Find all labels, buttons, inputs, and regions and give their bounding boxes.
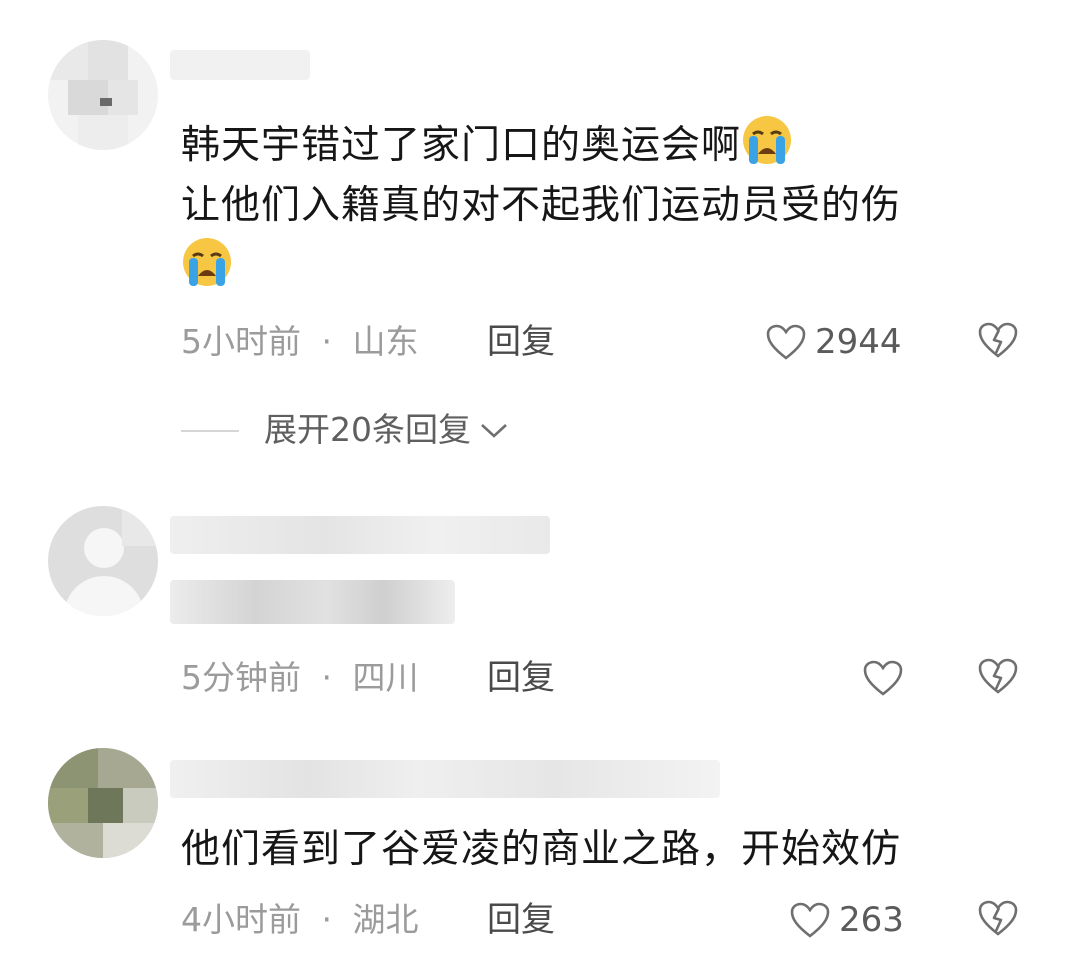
- like-button[interactable]: 263: [789, 896, 904, 944]
- meta-separator: ·: [321, 322, 333, 361]
- like-button[interactable]: [862, 654, 904, 702]
- comment-location: 四川: [352, 658, 419, 697]
- comment-time: 5分钟前: [181, 658, 301, 697]
- like-button[interactable]: 2944: [765, 318, 902, 366]
- dislike-button[interactable]: [977, 656, 1019, 696]
- broken-heart-icon: [977, 656, 1019, 696]
- like-count: 2944: [815, 322, 902, 362]
- avatar[interactable]: [48, 40, 158, 150]
- meta-separator: ·: [321, 900, 333, 939]
- comment-meta: 5分钟前 · 四川: [181, 658, 419, 698]
- crying-face-icon: [741, 114, 793, 166]
- username-blurred[interactable]: [170, 760, 720, 798]
- avatar[interactable]: [48, 748, 158, 858]
- heart-outline-icon: [862, 659, 904, 697]
- comment-text: 他们看到了谷爱凌的商业之路，开始效仿: [181, 827, 902, 872]
- broken-heart-icon: [977, 320, 1019, 360]
- comment-line-1: 韩天宇错过了家门口的奥运会啊: [181, 123, 742, 168]
- heart-outline-icon: [789, 901, 831, 939]
- username-blurred[interactable]: [170, 50, 310, 80]
- broken-heart-icon: [977, 898, 1019, 938]
- comment-location: 山东: [352, 322, 419, 361]
- reply-button[interactable]: 回复: [487, 658, 555, 698]
- like-count: 263: [839, 900, 904, 940]
- comment-3: 他们看到了谷爱凌的商业之路，开始效仿 4小时前 · 湖北 回复 263: [0, 730, 1080, 973]
- comment-text: 韩天宇错过了家门口的奥运会啊 让他们入籍真的对不起我们运动员受的伤: [181, 114, 901, 298]
- username-blurred[interactable]: [170, 516, 550, 554]
- meta-separator: ·: [321, 658, 333, 697]
- comment-line-2: 让他们入籍真的对不起我们运动员受的伤: [181, 183, 902, 228]
- crying-face-icon: [181, 236, 233, 288]
- comment-text-blurred: [170, 580, 455, 624]
- reply-button[interactable]: 回复: [487, 322, 555, 362]
- dislike-button[interactable]: [977, 898, 1019, 938]
- heart-outline-icon: [765, 323, 807, 361]
- chevron-down-icon: [479, 420, 509, 440]
- comment-location: 湖北: [352, 900, 419, 939]
- expand-replies-button[interactable]: 展开20条回复: [264, 410, 509, 450]
- comment-1: 韩天宇错过了家门口的奥运会啊 让他们入籍真的对不起我们运动员受的伤 5小时前 ·…: [0, 0, 1080, 470]
- expand-divider: [181, 430, 239, 432]
- comment-meta: 4小时前 · 湖北: [181, 900, 419, 940]
- comment-time: 5小时前: [181, 322, 301, 361]
- reply-button[interactable]: 回复: [487, 900, 555, 940]
- comment-2: 5分钟前 · 四川 回复: [0, 480, 1080, 730]
- comment-time: 4小时前: [181, 900, 301, 939]
- avatar[interactable]: [48, 506, 158, 616]
- expand-replies-label: 展开20条回复: [264, 410, 471, 449]
- dislike-button[interactable]: [977, 320, 1019, 360]
- comment-meta: 5小时前 · 山东: [181, 322, 419, 362]
